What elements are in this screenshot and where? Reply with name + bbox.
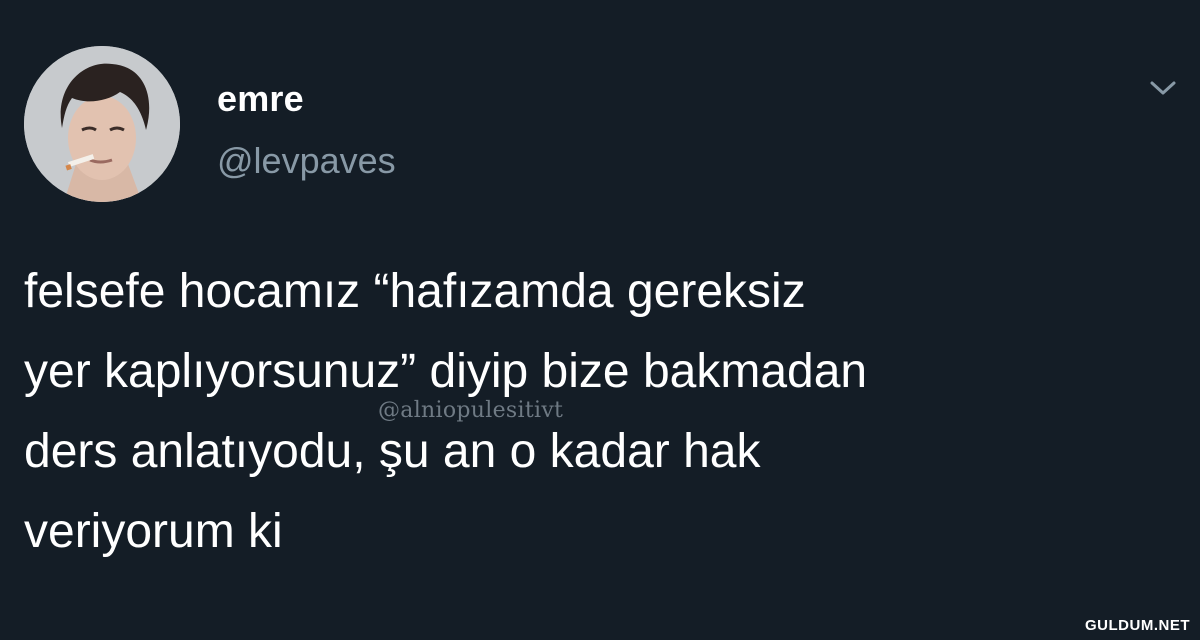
tweet-text: felsefe hocamız “hafızamda gereksiz yer …: [24, 252, 1184, 572]
chevron-down-icon[interactable]: [1148, 78, 1178, 98]
user-handle[interactable]: @levpaves: [217, 140, 396, 182]
avatar[interactable]: [24, 46, 180, 202]
profile-photo-icon: [24, 46, 180, 202]
tweet-text-line: felsefe hocamız “hafızamda gereksiz: [24, 265, 806, 318]
tweet-card: emre @levpaves felsefe hocamız “hafızamd…: [0, 0, 1200, 640]
watermark-corner: GULDUM.NET: [1085, 617, 1190, 634]
watermark-center: @alniopulesitivt: [378, 398, 564, 423]
tweet-text-line: ders anlatıyodu, şu an o kadar hak: [24, 425, 761, 478]
display-name[interactable]: emre: [217, 78, 304, 120]
tweet-text-line: veriyorum ki: [24, 505, 283, 558]
tweet-text-line: yer kaplıyorsunuz” diyip bize bakmadan: [24, 345, 868, 398]
